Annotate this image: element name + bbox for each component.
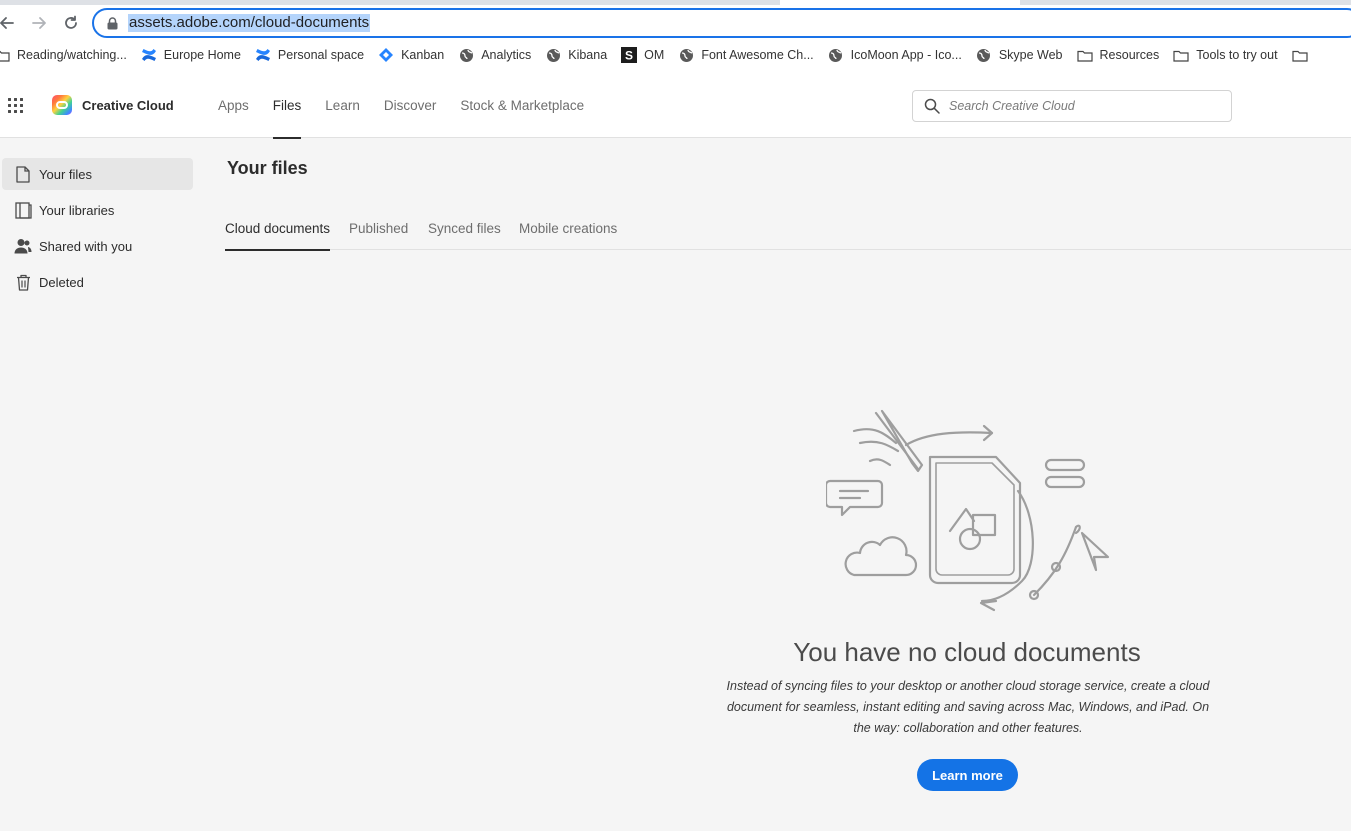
search-icon <box>923 97 941 115</box>
creative-cloud-logo-icon <box>52 95 72 115</box>
reload-icon[interactable] <box>58 10 84 36</box>
bookmark-personal-space[interactable]: Personal space <box>248 43 371 67</box>
bookmark-label: Resources <box>1099 48 1160 62</box>
confluence-icon <box>255 47 271 63</box>
empty-state-illustration <box>826 409 1110 612</box>
back-icon[interactable] <box>0 10 20 36</box>
nav-apps[interactable]: Apps <box>218 73 249 138</box>
bookmark-europe-home[interactable]: Europe Home <box>134 43 248 67</box>
nav-stock-marketplace[interactable]: Stock & Marketplace <box>460 73 584 138</box>
sidebar-item-your-files[interactable]: Your files <box>2 158 193 190</box>
bookmark-label: Reading/watching... <box>17 48 127 62</box>
bookmark-analytics[interactable]: Analytics <box>451 43 538 67</box>
folder-icon <box>0 47 10 63</box>
bookmark-tools-to-try-out[interactable]: Tools to try out <box>1166 43 1284 67</box>
bookmark-kibana[interactable]: Kibana <box>538 43 614 67</box>
file-tabs: Cloud documents Published Synced files M… <box>225 206 1351 251</box>
s-icon: S <box>621 47 638 63</box>
file-icon <box>14 165 32 183</box>
globe-icon <box>545 47 561 63</box>
nav-learn[interactable]: Learn <box>325 73 360 138</box>
folder-icon <box>1173 47 1189 63</box>
bookmark-icomoon[interactable]: IcoMoon App - Ico... <box>821 43 969 67</box>
svg-text:S: S <box>625 49 633 63</box>
search-box[interactable] <box>912 90 1232 122</box>
bookmark-font-awesome[interactable]: Font Awesome Ch... <box>671 43 820 67</box>
bookmark-label: Tools to try out <box>1196 48 1278 62</box>
browser-toolbar: assets.adobe.com/cloud-documents <box>0 5 1351 41</box>
sidebar-item-your-libraries[interactable]: Your libraries <box>2 194 193 226</box>
bookmark-label: Europe Home <box>163 48 241 62</box>
bookmark-label: Font Awesome Ch... <box>701 48 814 62</box>
folder-icon <box>1291 47 1308 63</box>
tab-synced-files[interactable]: Synced files <box>428 206 501 250</box>
bookmarks-bar: Reading/watching... Europe Home Personal… <box>0 43 1351 67</box>
globe-icon <box>458 47 474 63</box>
page-title: Your files <box>227 158 308 178</box>
libraries-icon <box>14 201 32 219</box>
bookmark-label: Personal space <box>277 48 365 62</box>
confluence-icon <box>141 47 157 63</box>
bookmark-label: Kanban <box>401 48 445 62</box>
jira-icon <box>378 47 394 63</box>
bookmark-om[interactable]: S OM <box>614 43 671 67</box>
url-text[interactable]: assets.adobe.com/cloud-documents <box>128 14 371 32</box>
sidebar-item-label: Your libraries <box>39 202 115 218</box>
bookmark-label: Analytics <box>481 48 532 62</box>
bookmark-resources[interactable]: Resources <box>1070 43 1167 67</box>
app-header: Creative Cloud Apps Files Learn Discover… <box>0 73 1351 139</box>
tab-published[interactable]: Published <box>349 206 408 250</box>
tab-cloud-documents[interactable]: Cloud documents <box>225 206 331 251</box>
bookmark-overflow[interactable] <box>1285 43 1322 67</box>
sidebar-item-shared-with-you[interactable]: Shared with you <box>2 230 193 262</box>
trash-icon <box>14 273 32 291</box>
top-nav: Apps Files Learn Discover Stock & Market… <box>218 73 608 139</box>
empty-state-title: You have no cloud documents <box>793 637 1141 667</box>
learn-more-button[interactable]: Learn more <box>917 759 1018 791</box>
app-switcher-icon[interactable] <box>8 98 24 114</box>
sidebar-item-label: Shared with you <box>39 238 133 254</box>
forward-icon[interactable] <box>26 10 52 36</box>
bookmark-skype-web[interactable]: Skype Web <box>969 43 1070 67</box>
empty-state-description: Instead of syncing files to your desktop… <box>726 679 1210 735</box>
bookmark-label: IcoMoon App - Ico... <box>850 48 962 62</box>
address-bar[interactable]: assets.adobe.com/cloud-documents <box>92 8 1351 38</box>
sidebar-item-deleted[interactable]: Deleted <box>2 266 193 298</box>
bookmark-label: Skype Web <box>998 48 1063 62</box>
nav-files[interactable]: Files <box>272 73 301 139</box>
sidebar-item-label: Your files <box>39 166 92 182</box>
globe-icon <box>678 47 694 63</box>
bookmark-kanban[interactable]: Kanban <box>371 43 451 67</box>
search-input[interactable] <box>949 99 1229 113</box>
bookmark-reading-watching[interactable]: Reading/watching... <box>0 43 134 67</box>
bookmark-label: OM <box>644 48 665 62</box>
users-icon <box>14 237 32 255</box>
bookmark-label: Kibana <box>568 48 608 62</box>
browser-chrome: assets.adobe.com/cloud-documents Reading… <box>0 0 1351 73</box>
nav-discover[interactable]: Discover <box>384 73 437 138</box>
tab-mobile-creations[interactable]: Mobile creations <box>519 206 617 250</box>
brand[interactable]: Creative Cloud <box>52 95 174 115</box>
globe-icon <box>828 47 844 63</box>
brand-name: Creative Cloud <box>82 97 174 113</box>
globe-icon <box>976 47 992 63</box>
lock-icon <box>104 15 120 31</box>
sidebar-item-label: Deleted <box>39 274 84 290</box>
folder-icon <box>1076 47 1093 63</box>
